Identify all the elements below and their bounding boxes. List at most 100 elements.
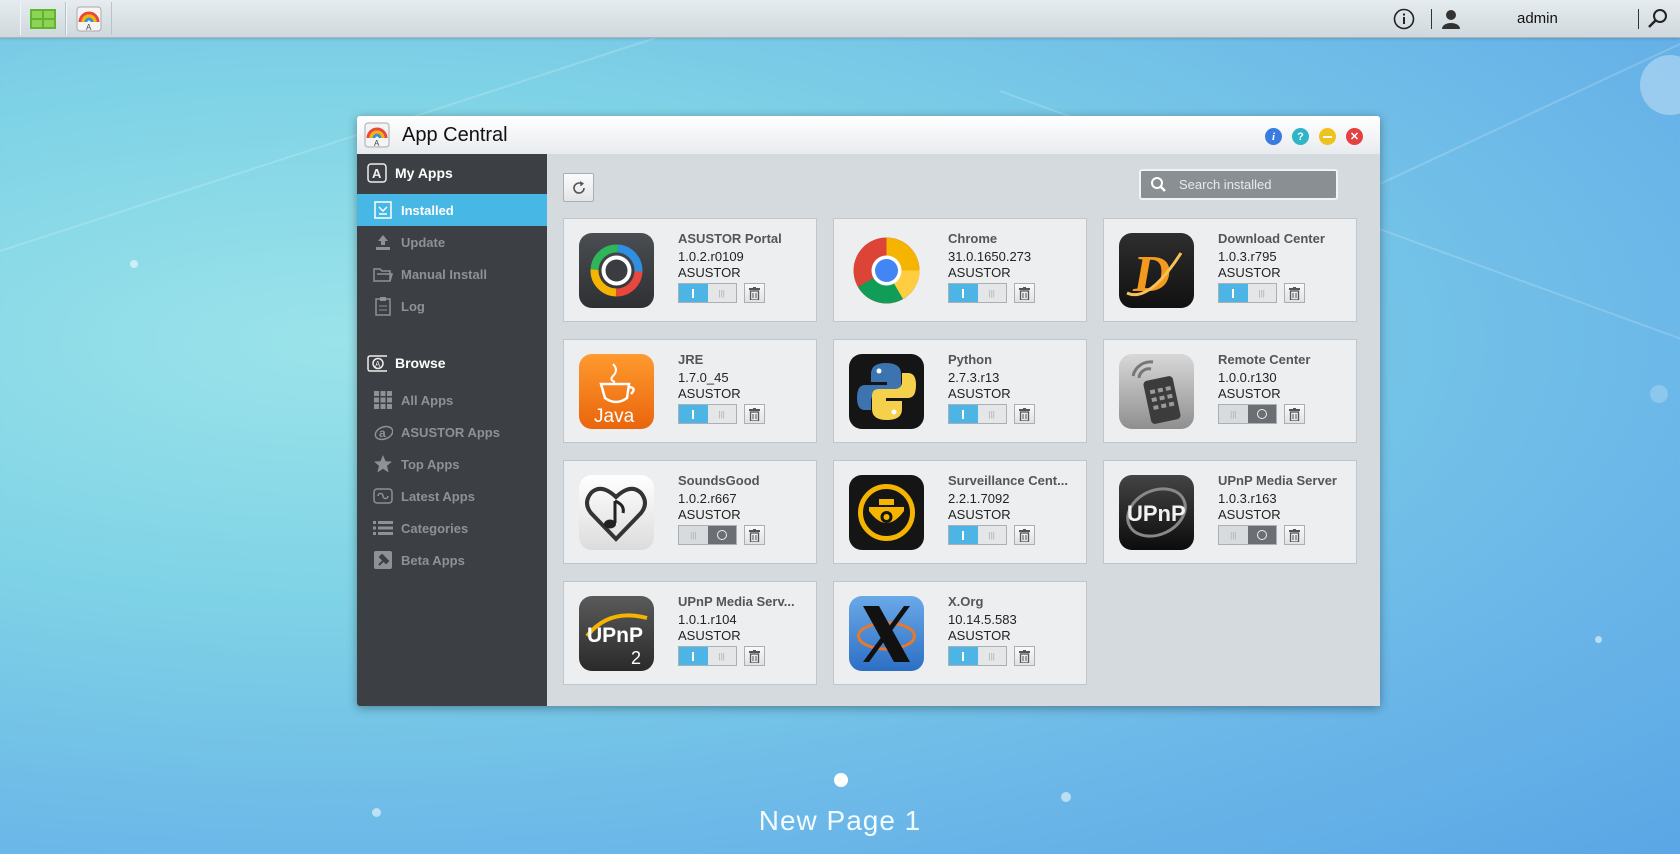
sidebar-item-latest-apps[interactable]: Latest Apps (357, 480, 547, 512)
uninstall-button[interactable] (1284, 404, 1305, 424)
uninstall-button[interactable] (1014, 646, 1035, 666)
app-enable-toggle[interactable]: ||| (948, 404, 1007, 424)
app-name: Chrome (948, 231, 998, 246)
app-vendor: ASUSTOR (948, 265, 1011, 280)
app-card[interactable]: Python 2.7.3.r13 ASUSTOR ||| (833, 339, 1087, 443)
app-name: SoundsGood (678, 473, 760, 488)
log-icon (373, 296, 393, 316)
app-version: 1.0.0.r130 (1218, 370, 1277, 385)
app-card[interactable]: Java JRE 1.7.0_45 ASUSTOR ||| (563, 339, 817, 443)
app-card[interactable]: UPnP UPnP Media Server 1.0.3.r163 ASUSTO… (1103, 460, 1357, 564)
soundsgood-icon (579, 475, 654, 550)
bokeh (1061, 792, 1071, 802)
python-icon (849, 354, 924, 429)
info-button[interactable] (1393, 0, 1415, 37)
sidebar-item-log[interactable]: Log (357, 290, 547, 322)
app-enable-toggle[interactable]: ||| (948, 525, 1007, 545)
uninstall-button[interactable] (1014, 283, 1035, 303)
sidebar-section-label: My Apps (395, 165, 453, 181)
window-info-button[interactable]: i (1265, 128, 1282, 145)
uninstall-button[interactable] (1284, 525, 1305, 545)
sidebar-item-installed[interactable]: Installed (357, 194, 547, 226)
info-icon: i (1271, 130, 1276, 143)
taskbar-separator (1638, 0, 1639, 37)
sidebar-item-beta-apps[interactable]: Beta Apps (357, 544, 547, 576)
app-card[interactable]: X.Org 10.14.5.583 ASUSTOR ||| (833, 581, 1087, 685)
search-box[interactable] (1139, 169, 1338, 200)
app-card[interactable]: Chrome 31.0.1650.273 ASUSTOR ||| (833, 218, 1087, 322)
app-enable-toggle[interactable]: ||| (1218, 525, 1277, 545)
app-name: Remote Center (1218, 352, 1311, 367)
sidebar-item-update[interactable]: Update (357, 226, 547, 258)
app-name: Surveillance Cent... (948, 473, 1068, 488)
java-icon: Java (579, 354, 654, 429)
search-input[interactable] (1177, 176, 1331, 193)
grid-icon (373, 390, 393, 410)
sidebar-item-label: Update (401, 234, 446, 250)
window-close-button[interactable]: ✕ (1346, 128, 1363, 145)
app-card[interactable]: SoundsGood 1.0.2.r667 ASUSTOR ||| (563, 460, 817, 564)
sidebar-item-label: Log (401, 298, 425, 314)
refresh-icon (572, 180, 585, 194)
app-version: 1.0.2.r667 (678, 491, 737, 506)
svg-text:UPnP: UPnP (1127, 501, 1186, 526)
minimize-icon (1323, 135, 1332, 138)
app-enable-toggle[interactable]: ||| (678, 404, 737, 424)
app-name: X.Org (948, 594, 984, 609)
search-button[interactable] (1647, 0, 1669, 37)
trash-icon (749, 407, 760, 421)
taskbar-app-desktop[interactable] (20, 2, 66, 35)
app-enable-toggle[interactable]: ||| (948, 283, 1007, 303)
app-card[interactable]: ASUSTOR Portal 1.0.2.r0109 ASUSTOR ||| (563, 218, 817, 322)
uninstall-button[interactable] (1014, 404, 1035, 424)
app-card[interactable]: D Download Center 1.0.3.r795 ASUSTOR ||| (1103, 218, 1357, 322)
user-button[interactable] (1440, 0, 1462, 37)
sidebar-item-categories[interactable]: Categories (357, 512, 547, 544)
asustor-portal-icon (579, 233, 654, 308)
desktop-page-indicator[interactable] (834, 773, 848, 787)
window-help-button[interactable]: ? (1292, 128, 1309, 145)
app-enable-toggle[interactable]: ||| (1218, 404, 1277, 424)
window-minimize-button[interactable] (1319, 128, 1336, 145)
sidebar-item-all-apps[interactable]: All Apps (357, 384, 547, 416)
uninstall-button[interactable] (744, 646, 765, 666)
refresh-button[interactable] (563, 173, 594, 202)
svg-text:A: A (86, 23, 92, 32)
user-menu[interactable]: admin (1517, 0, 1558, 37)
svg-text:A: A (372, 166, 382, 181)
trash-icon (1019, 649, 1030, 663)
app-version: 1.0.1.r104 (678, 612, 737, 627)
app-version: 1.0.3.r795 (1218, 249, 1277, 264)
sidebar-item-manual-install[interactable]: Manual Install (357, 258, 547, 290)
app-vendor: ASUSTOR (948, 507, 1011, 522)
app-name: Python (948, 352, 993, 367)
sidebar-item-asustor-apps[interactable]: a ASUSTOR Apps (357, 416, 547, 448)
app-card[interactable]: UPnP 2 UPnP Media Serv... 1.0.1.r104 ASUS… (563, 581, 817, 685)
app-vendor: ASUSTOR (678, 265, 741, 280)
taskbar-app-central[interactable]: A (66, 2, 112, 35)
app-version: 31.0.1650.273 (948, 249, 1032, 264)
sidebar-item-label: Categories (401, 520, 469, 536)
app-card[interactable]: Surveillance Cent... 2.2.1.7092 ASUSTOR … (833, 460, 1087, 564)
sidebar-item-top-apps[interactable]: Top Apps (357, 448, 547, 480)
app-enable-toggle[interactable]: ||| (678, 525, 737, 545)
asustor-icon: a (373, 422, 393, 442)
app-version: 1.0.2.r0109 (678, 249, 744, 264)
sidebar-section-browse: A Browse (357, 344, 547, 382)
app-enable-toggle[interactable]: ||| (948, 646, 1007, 666)
uninstall-button[interactable] (1014, 525, 1035, 545)
folder-icon (373, 264, 393, 284)
uninstall-button[interactable] (744, 404, 765, 424)
trash-icon (1289, 528, 1300, 542)
window-titlebar[interactable]: A App Central i ? ✕ (357, 116, 1380, 155)
app-enable-toggle[interactable]: ||| (678, 646, 737, 666)
svg-text:A: A (374, 139, 380, 148)
app-vendor: ASUSTOR (1218, 386, 1281, 401)
uninstall-button[interactable] (744, 283, 765, 303)
app-enable-toggle[interactable]: ||| (1218, 283, 1277, 303)
uninstall-button[interactable] (744, 525, 765, 545)
app-vendor: ASUSTOR (948, 628, 1011, 643)
uninstall-button[interactable] (1284, 283, 1305, 303)
app-card[interactable]: Remote Center 1.0.0.r130 ASUSTOR ||| (1103, 339, 1357, 443)
app-enable-toggle[interactable]: ||| (678, 283, 737, 303)
